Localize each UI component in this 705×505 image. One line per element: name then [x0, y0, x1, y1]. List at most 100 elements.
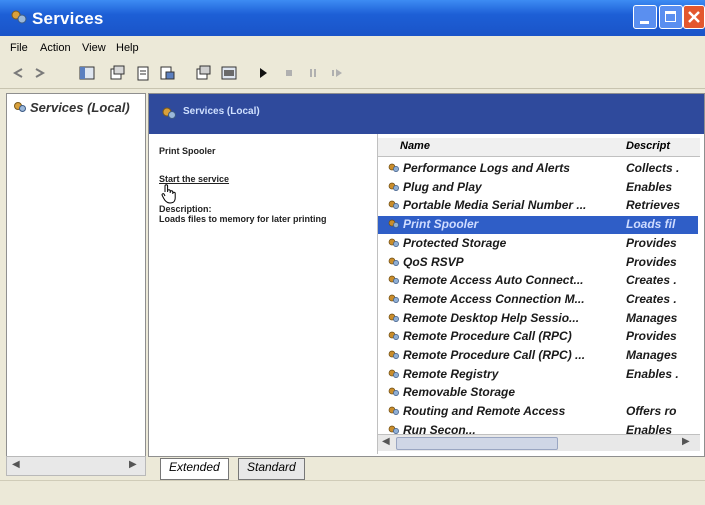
forward-icon[interactable]	[30, 64, 48, 82]
list-item[interactable]: Remote Registry Enables .	[378, 366, 698, 384]
services-gear-icon	[14, 102, 26, 112]
service-name: QoS RSVP	[403, 254, 464, 269]
menu-help[interactable]: Help	[116, 42, 139, 54]
details-pane: Services (Local) Print Spooler Start the…	[148, 93, 705, 457]
close-button[interactable]	[683, 5, 705, 29]
list-item[interactable]: QoS RSVP Provides	[378, 254, 698, 272]
tree-item-services-local[interactable]: Services (Local)	[13, 100, 130, 115]
service-description: Loads fil	[626, 217, 676, 232]
service-name: Protected Storage	[403, 235, 507, 250]
service-gear-icon	[388, 350, 399, 359]
services-gear-icon	[11, 10, 27, 24]
service-name: Routing and Remote Access	[403, 404, 566, 419]
restart-icon[interactable]	[328, 64, 346, 82]
menu-view[interactable]: View	[82, 42, 106, 54]
service-description: Provides	[626, 254, 677, 269]
list-item[interactable]: Remote Procedure Call (RPC) ... Manages	[378, 347, 698, 365]
minimize-button[interactable]	[633, 5, 657, 29]
maximize-button[interactable]	[659, 5, 683, 29]
view-tabs: Extended Standard	[148, 456, 703, 480]
list-item[interactable]: Remote Procedure Call (RPC) Provides	[378, 328, 698, 346]
service-name: Print Spooler	[403, 217, 479, 232]
minimize-icon	[640, 21, 649, 24]
service-gear-icon	[388, 182, 399, 191]
list-item[interactable]: Routing and Remote Access Offers ro	[378, 403, 698, 421]
list-horizontal-scrollbar[interactable]: ◀ ▶	[378, 434, 700, 451]
service-name: Remote Procedure Call (RPC)	[403, 329, 572, 344]
service-gear-icon	[388, 201, 399, 210]
pause-icon[interactable]	[304, 64, 322, 82]
scroll-left-icon[interactable]: ◀	[382, 436, 390, 447]
service-description: Creates .	[626, 273, 677, 288]
service-description: Creates .	[626, 291, 677, 306]
list-item[interactable]: Remote Access Connection M... Creates .	[378, 291, 698, 309]
service-name: Performance Logs and Alerts	[403, 161, 570, 175]
show-hide-icon[interactable]	[220, 64, 238, 82]
title-bar[interactable]: Services	[0, 0, 705, 36]
start-service-link[interactable]: Start the service	[159, 174, 229, 184]
service-gear-icon	[388, 219, 399, 229]
services-gear-icon	[162, 107, 176, 119]
service-name: Removable Storage	[403, 385, 516, 400]
help-icon[interactable]	[194, 64, 212, 82]
service-name: Remote Access Connection M...	[403, 291, 585, 306]
menu-file[interactable]: File	[10, 42, 28, 54]
service-name: Remote Access Auto Connect...	[403, 273, 584, 288]
list-item[interactable]: Performance Logs and Alerts Collects .	[378, 160, 698, 178]
service-gear-icon	[388, 238, 399, 247]
tab-extended[interactable]: Extended	[160, 458, 229, 480]
service-gear-icon	[388, 331, 399, 341]
service-name: Plug and Play	[403, 179, 482, 194]
scroll-right-icon[interactable]: ▶	[129, 459, 137, 470]
scroll-right-icon[interactable]: ▶	[682, 436, 690, 447]
service-description: Offers ro	[626, 404, 677, 419]
list-item[interactable]: Remote Desktop Help Sessio... Manages	[378, 310, 698, 328]
selected-service-name: Print Spooler	[159, 146, 216, 156]
toolbar	[0, 60, 705, 89]
start-icon[interactable]	[254, 64, 272, 82]
console-tree-pane[interactable]: Services (Local)	[6, 93, 146, 457]
details-header: Services (Local)	[149, 94, 704, 134]
service-name: Portable Media Serial Number ...	[403, 198, 587, 213]
maximize-icon	[665, 11, 676, 22]
service-name: Remote Procedure Call (RPC) ...	[403, 348, 586, 362]
scrollbar-thumb[interactable]	[396, 437, 558, 450]
column-header-description[interactable]: Descript	[626, 140, 670, 152]
service-gear-icon	[388, 406, 399, 416]
back-icon[interactable]	[10, 64, 28, 82]
list-item[interactable]: Remote Access Auto Connect... Creates .	[378, 272, 698, 290]
console-tree-icon[interactable]	[78, 64, 96, 82]
tab-standard[interactable]: Standard	[238, 458, 305, 480]
list-item[interactable]: Print Spooler Loads fil	[378, 216, 698, 235]
window-title: Services	[32, 9, 104, 28]
refresh-icon[interactable]	[134, 64, 152, 82]
properties-icon[interactable]	[108, 64, 126, 82]
service-description: Collects .	[626, 161, 680, 175]
service-description: Enables	[626, 179, 673, 194]
service-name: Remote Desktop Help Sessio...	[403, 310, 580, 325]
list-item[interactable]: Removable Storage	[378, 384, 698, 402]
service-description-panel: Print Spooler Start the service Descript…	[159, 146, 369, 224]
list-item[interactable]: Protected Storage Provides	[378, 235, 698, 253]
service-name: Remote Registry	[403, 366, 499, 381]
service-gear-icon	[388, 275, 399, 285]
scroll-left-icon[interactable]: ◀	[12, 459, 20, 470]
column-header-name[interactable]: Name	[400, 140, 430, 152]
list-item[interactable]: Portable Media Serial Number ... Retrieve…	[378, 197, 698, 215]
service-gear-icon	[388, 257, 399, 266]
list-item[interactable]: Plug and Play Enables	[378, 179, 698, 197]
menu-bar: File Action View Help	[0, 38, 705, 58]
service-description: Enables .	[626, 366, 679, 381]
stop-icon[interactable]	[280, 64, 298, 82]
tree-item-label: Services (Local)	[30, 100, 130, 115]
close-icon	[688, 11, 700, 23]
services-list[interactable]: Name Descript Performance Logs and Alert…	[377, 134, 700, 454]
left-horizontal-scrollbar[interactable]: ◀ ▶	[6, 456, 146, 476]
hand-cursor-icon	[161, 184, 176, 204]
export-icon[interactable]	[158, 64, 176, 82]
status-bar	[0, 480, 705, 505]
menu-action[interactable]: Action	[40, 42, 71, 54]
services-window: Services File Action View Help Services …	[0, 0, 705, 505]
details-header-title: Services (Local)	[183, 106, 260, 117]
service-description: Manages	[626, 348, 678, 362]
